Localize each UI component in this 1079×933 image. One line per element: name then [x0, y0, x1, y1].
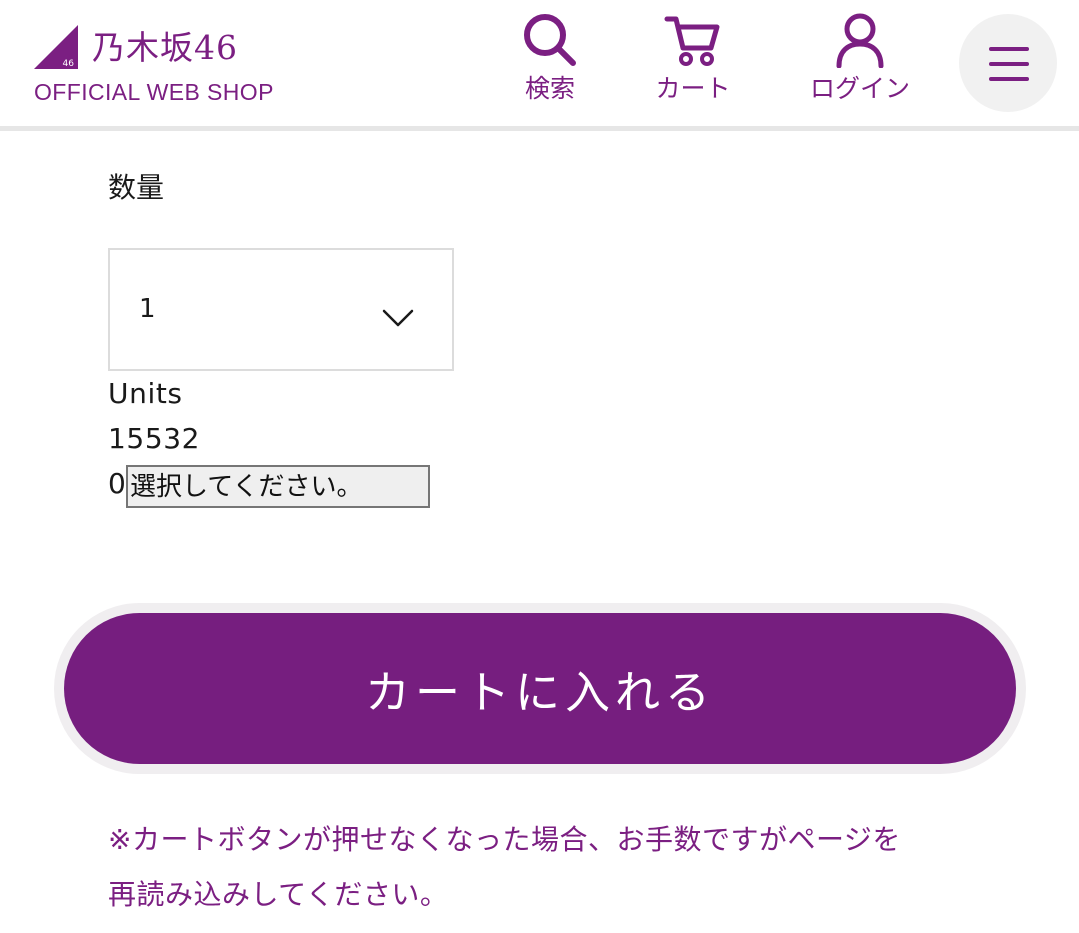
add-to-cart-label: カートに入れる [364, 666, 715, 719]
units-label: Units [108, 377, 183, 410]
logo-name: 乃木坂46 [92, 28, 238, 67]
site-header: 46 乃木坂46 OFFICIAL WEB SHOP 検索 カート ログイン [0, 0, 1079, 131]
site-logo[interactable]: 46 乃木坂46 OFFICIAL WEB SHOP [34, 22, 294, 112]
quantity-heading: 数量 [108, 171, 165, 204]
search-button[interactable]: 検索 [512, 12, 588, 112]
svg-text:46: 46 [63, 59, 75, 69]
reload-note: ※カートボタンが押せなくなった場合、お手数ですがページを 再読み込みしてください… [108, 812, 1008, 922]
quantity-selected-value: 1 [139, 294, 156, 324]
triangle-logo-icon: 46 [34, 25, 78, 69]
user-icon [836, 13, 884, 68]
add-to-cart-button[interactable]: カートに入れる [64, 613, 1016, 764]
cart-icon [664, 16, 720, 66]
reload-note-line-2: 再読み込みしてください。 [108, 878, 449, 911]
search-label: 検索 [524, 74, 575, 103]
zero-value: 0 [108, 467, 127, 500]
reload-note-line-1: ※カートボタンが押せなくなった場合、お手数ですがページを [108, 823, 901, 856]
login-label: ログイン [809, 74, 910, 103]
quantity-select[interactable]: 1 [108, 248, 454, 371]
cart-button[interactable]: カート [638, 12, 748, 112]
logo-subtitle: OFFICIAL WEB SHOP [34, 79, 274, 105]
menu-button[interactable] [959, 14, 1057, 112]
cart-label: カート [655, 74, 731, 103]
product-code: 15532 [108, 422, 201, 455]
login-button[interactable]: ログイン [796, 12, 924, 112]
hamburger-icon [989, 47, 1029, 81]
option-select[interactable]: 選択してください。 [126, 465, 430, 508]
chevron-down-icon [382, 309, 414, 327]
search-icon [524, 14, 576, 66]
